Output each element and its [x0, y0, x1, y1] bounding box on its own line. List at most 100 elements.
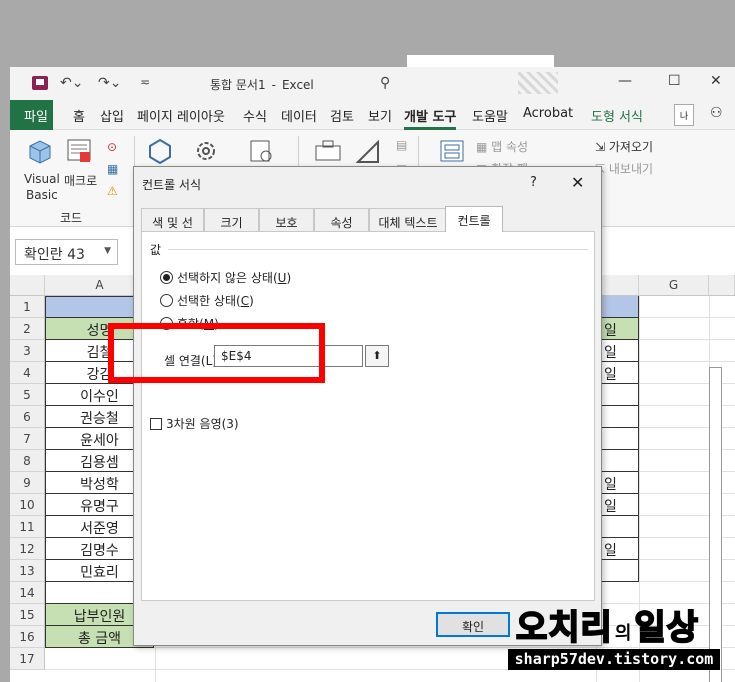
- row-header[interactable]: 15: [10, 604, 45, 626]
- tab-developer[interactable]: 개발 도구: [404, 106, 457, 130]
- vertical-scrollbar[interactable]: [709, 367, 722, 682]
- cell-f[interactable]: [596, 450, 639, 472]
- cell-f[interactable]: [596, 560, 639, 582]
- radio-selected-icon[interactable]: [160, 271, 173, 284]
- value-group-label: 값: [150, 243, 162, 257]
- com-add-ins-icon[interactable]: [248, 138, 276, 164]
- cell-f[interactable]: [596, 384, 639, 406]
- help-button[interactable]: ?: [530, 175, 537, 190]
- source-icon[interactable]: [438, 138, 466, 164]
- row-header[interactable]: 13: [10, 560, 45, 582]
- save-icon[interactable]: [32, 76, 48, 90]
- checkbox-icon[interactable]: [150, 418, 162, 430]
- tab-shape-format[interactable]: 도형 서식: [591, 106, 643, 125]
- tab-size[interactable]: 크기: [204, 208, 259, 232]
- quick-access-customize-icon[interactable]: ≂: [140, 75, 150, 89]
- tab-view[interactable]: 보기: [368, 106, 392, 125]
- cell-f[interactable]: [596, 296, 639, 318]
- properties-icon[interactable]: ▤: [396, 138, 407, 152]
- tab-alt-text[interactable]: 대체 텍스트: [369, 208, 447, 232]
- tab-insert[interactable]: 삽입: [100, 106, 124, 125]
- row-header[interactable]: 11: [10, 516, 45, 538]
- row-header[interactable]: 14: [10, 582, 45, 604]
- name-box[interactable]: 확인란 43 ▼: [15, 239, 118, 265]
- cell-f[interactable]: 일: [596, 538, 639, 560]
- cell-f[interactable]: [596, 516, 639, 538]
- row-header[interactable]: 7: [10, 428, 45, 450]
- tab-review[interactable]: 검토: [330, 106, 354, 125]
- search-icon[interactable]: ⚲: [380, 75, 390, 91]
- collapse-dialog-button[interactable]: ⬆: [365, 345, 389, 367]
- cell-f[interactable]: 일: [596, 494, 639, 516]
- row-header[interactable]: 8: [10, 450, 45, 472]
- tab-page-layout[interactable]: 페이지 레이아웃: [137, 106, 225, 125]
- chevron-down-icon[interactable]: ▼: [104, 246, 111, 256]
- visual-basic-label-2[interactable]: Basic: [26, 188, 58, 202]
- option-unchecked[interactable]: 선택하지 않은 상태(U): [160, 269, 291, 286]
- map-properties-button[interactable]: ▦ 맵 속성: [476, 138, 528, 155]
- select-all-corner[interactable]: [10, 275, 45, 296]
- export-button[interactable]: ⇱ 내보내기: [595, 160, 653, 177]
- tab-file[interactable]: 파일: [10, 100, 53, 130]
- cell-f[interactable]: 일: [596, 340, 639, 362]
- macro-button[interactable]: 매크로: [64, 172, 97, 189]
- row-header[interactable]: 6: [10, 406, 45, 428]
- visual-basic-icon: [29, 140, 51, 164]
- row-header[interactable]: 2: [10, 318, 45, 340]
- option-checked[interactable]: 선택한 상태(C): [160, 292, 254, 309]
- group-divider: [168, 249, 588, 250]
- row-header[interactable]: 5: [10, 384, 45, 406]
- row-header[interactable]: 16: [10, 626, 45, 648]
- tab-data[interactable]: 데이터: [281, 106, 317, 125]
- tab-protection[interactable]: 보호: [259, 208, 314, 232]
- cell-f[interactable]: [596, 428, 639, 450]
- cell-f[interactable]: 일: [596, 472, 639, 494]
- visual-basic-label-1[interactable]: Visual: [24, 172, 60, 186]
- import-button[interactable]: ⇲ 가져오기: [595, 138, 653, 155]
- column-header-h[interactable]: [709, 275, 735, 296]
- cell-f[interactable]: 일: [596, 318, 639, 340]
- record-macro-icon[interactable]: ⊙: [107, 140, 117, 154]
- more-tabs-button[interactable]: 나: [674, 104, 694, 126]
- row-header[interactable]: 3: [10, 340, 45, 362]
- tab-acrobat[interactable]: Acrobat: [523, 106, 573, 121]
- column-header-f[interactable]: [596, 275, 639, 296]
- highlight-box: [108, 323, 325, 383]
- row-header[interactable]: 1: [10, 296, 45, 318]
- tab-help[interactable]: 도움말: [472, 106, 508, 125]
- insert-controls-icon[interactable]: [314, 138, 342, 164]
- 3d-shading-checkbox[interactable]: 3차원 음영(3): [150, 415, 239, 432]
- tab-properties[interactable]: 속성: [314, 208, 369, 232]
- row-header[interactable]: 9: [10, 472, 45, 494]
- relative-reference-icon[interactable]: ▦: [107, 162, 118, 176]
- redo-icon[interactable]: ↷⌄: [98, 75, 121, 91]
- tab-control[interactable]: 컨트롤: [445, 206, 503, 232]
- tab-formulas[interactable]: 수식: [243, 106, 267, 125]
- macro-icon: [67, 139, 91, 162]
- cell-f[interactable]: 일: [596, 362, 639, 384]
- share-icon[interactable]: ⚇: [710, 105, 723, 121]
- add-ins-icon[interactable]: [146, 138, 174, 164]
- title-bar: ↶⌄ ↷⌄ ≂ 통합 문서1- Excel ⚲ — ☐ ✕: [10, 67, 735, 100]
- row-header[interactable]: 4: [10, 362, 45, 384]
- row-header[interactable]: 10: [10, 494, 45, 516]
- gear-icon[interactable]: [192, 138, 220, 164]
- format-control-dialog: 컨트롤 서식 ? ✕ 색 및 선 크기 보호 속성 대체 텍스트 컨트롤 값 선…: [133, 166, 602, 646]
- undo-icon[interactable]: ↶⌄: [60, 75, 83, 91]
- row-header[interactable]: 12: [10, 538, 45, 560]
- decorative-pattern: [518, 72, 558, 94]
- ok-button[interactable]: 확인: [436, 612, 510, 637]
- column-header-g[interactable]: G: [639, 275, 709, 296]
- close-icon[interactable]: ✕: [571, 173, 584, 192]
- cell-f[interactable]: [596, 406, 639, 428]
- macro-security-icon[interactable]: ⚠: [107, 184, 118, 198]
- tab-colors-lines[interactable]: 색 및 선: [141, 208, 204, 232]
- minimize-icon[interactable]: —: [618, 73, 632, 89]
- window-title: 통합 문서1- Excel: [210, 78, 314, 92]
- close-window-icon[interactable]: ✕: [710, 73, 722, 89]
- radio-icon[interactable]: [160, 294, 173, 307]
- tab-home[interactable]: 홈: [73, 106, 85, 125]
- row-header[interactable]: 17: [10, 648, 45, 670]
- design-mode-icon[interactable]: [354, 138, 382, 164]
- maximize-icon[interactable]: ☐: [668, 73, 681, 89]
